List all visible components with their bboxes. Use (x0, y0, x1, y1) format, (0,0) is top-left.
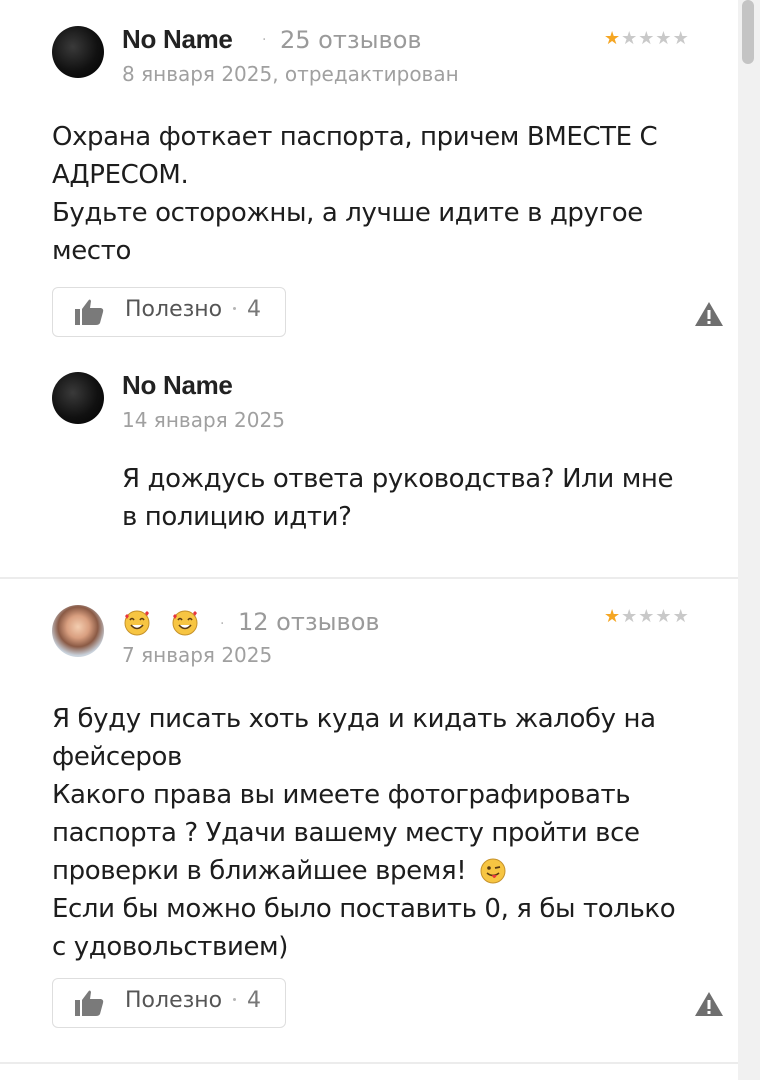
star-icon: ★ (621, 606, 639, 627)
scrollbar-thumb[interactable] (742, 0, 754, 64)
rating-stars: ★★★★★ (604, 606, 690, 627)
review-date: 7 января 2025 (122, 643, 273, 667)
meta-separator: · (220, 616, 225, 632)
thumbs-up-icon (75, 990, 104, 1016)
star-icon: ★ (672, 606, 690, 627)
author-name[interactable]: No Name (122, 24, 233, 55)
useful-label: Полезно (125, 297, 223, 322)
avatar[interactable] (52, 26, 104, 78)
review-text: Охрана фоткает паспорта, причем ВМЕСТЕ С… (52, 122, 658, 266)
star-icon: ★ (672, 28, 690, 49)
reply-author-name[interactable]: No Name (122, 370, 233, 401)
useful-separator (233, 998, 236, 1001)
winking-face-with-tongue-icon (480, 858, 506, 884)
star-icon: ★ (604, 606, 622, 627)
review-date: 8 января 2025, отредактирован (122, 62, 459, 86)
author-reviews-count[interactable]: 12 отзывов (238, 608, 380, 636)
star-icon: ★ (655, 606, 673, 627)
review-divider (0, 577, 738, 579)
scrollbar[interactable] (738, 0, 760, 1080)
useful-separator (233, 307, 236, 310)
star-icon: ★ (638, 606, 656, 627)
star-icon: ★ (638, 28, 656, 49)
rating-stars: ★★★★★ (604, 28, 690, 49)
useful-label: Полезно (125, 988, 223, 1013)
useful-button[interactable]: Полезно 4 (52, 978, 286, 1028)
star-icon: ★ (604, 28, 622, 49)
star-icon: ★ (655, 28, 673, 49)
author-reviews-count[interactable]: 25 отзывов (280, 26, 422, 54)
useful-count: 4 (247, 988, 261, 1013)
warning-icon[interactable] (694, 991, 724, 1017)
review-text: Я буду писать хоть куда и кидать жалобу … (52, 704, 676, 962)
review-divider (0, 1062, 738, 1064)
reply-text: Я дождусь ответа руководства? Или мне в … (122, 464, 674, 532)
smiling-face-with-hearts-icon (172, 610, 198, 636)
warning-icon[interactable] (694, 301, 724, 327)
avatar[interactable] (52, 605, 104, 657)
useful-count: 4 (247, 297, 261, 322)
star-icon: ★ (621, 28, 639, 49)
reply-avatar[interactable] (52, 372, 104, 424)
reply-date: 14 января 2025 (122, 408, 285, 432)
useful-button[interactable]: Полезно 4 (52, 287, 286, 337)
reviews-feed: No Name · 25 отзывов 8 января 2025, отре… (0, 0, 738, 1080)
smiling-face-with-hearts-icon (124, 610, 150, 636)
meta-separator: · (262, 32, 267, 48)
thumbs-up-icon (75, 299, 104, 325)
